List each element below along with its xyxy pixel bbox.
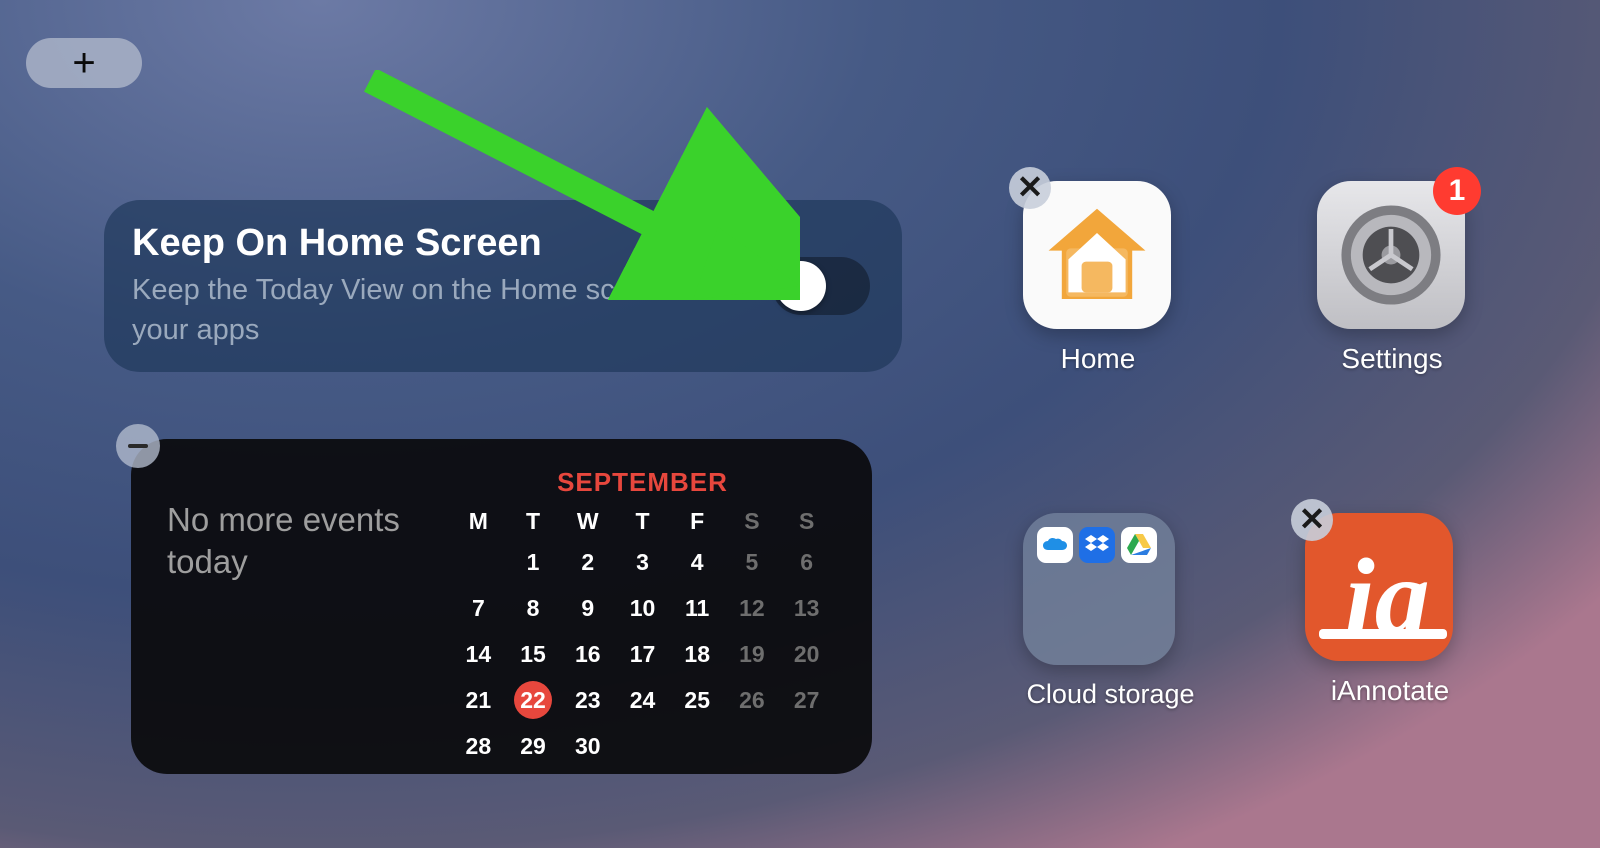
app-label: iAnnotate	[1305, 675, 1475, 707]
calendar-day[interactable]: 12	[725, 589, 780, 627]
calendar-weekday-header: M	[451, 508, 506, 535]
keep-card-subtitle: Keep the Today View on the Home screen n…	[132, 271, 772, 349]
home-app-icon	[1023, 181, 1171, 329]
calendar-month-pane: SEPTEMBER MTWTFSS12345678910111213141516…	[451, 439, 872, 774]
calendar-grid: MTWTFSS123456789101112131415161718192021…	[451, 508, 834, 765]
calendar-day[interactable]: 21	[451, 681, 506, 719]
iannotate-underline	[1319, 629, 1447, 639]
app-label: Settings	[1317, 343, 1467, 375]
calendar-weekday-header: S	[779, 508, 834, 535]
remove-widget-button[interactable]	[116, 424, 160, 468]
calendar-day[interactable]: 3	[615, 543, 670, 581]
add-widget-button[interactable]: +	[26, 38, 142, 88]
calendar-day[interactable]: 27	[779, 681, 834, 719]
minus-icon	[128, 444, 148, 448]
calendar-day[interactable]: 26	[725, 681, 780, 719]
calendar-day[interactable]: 30	[560, 727, 615, 765]
calendar-weekday-header: T	[615, 508, 670, 535]
folder-cloud-storage[interactable]: Cloud storage	[1023, 513, 1198, 710]
app-home[interactable]: ✕ Home	[1023, 181, 1173, 375]
close-icon: ✕	[1299, 503, 1326, 535]
calendar-day[interactable]: 4	[670, 543, 725, 581]
calendar-no-events: No more events today	[167, 499, 441, 583]
calendar-day[interactable]: 15	[506, 635, 561, 673]
dropbox-mini-icon	[1079, 527, 1115, 563]
calendar-day[interactable]: 13	[779, 589, 834, 627]
onedrive-mini-icon	[1037, 527, 1073, 563]
calendar-day[interactable]: 2	[560, 543, 615, 581]
calendar-day[interactable]: 19	[725, 635, 780, 673]
calendar-events-pane: No more events today	[131, 439, 451, 774]
calendar-day[interactable]: 7	[451, 589, 506, 627]
keep-on-home-card: Keep On Home Screen Keep the Today View …	[104, 200, 902, 372]
gear-icon	[1332, 196, 1450, 314]
app-iannotate[interactable]: ia ✕ iAnnotate	[1305, 513, 1475, 707]
googledrive-mini-icon	[1121, 527, 1157, 563]
calendar-weekday-header: S	[725, 508, 780, 535]
calendar-day[interactable]: 22	[506, 681, 561, 719]
calendar-month-label: SEPTEMBER	[451, 467, 834, 498]
calendar-day[interactable]: 5	[725, 543, 780, 581]
calendar-day[interactable]: 14	[451, 635, 506, 673]
app-settings[interactable]: 1 Settings	[1317, 181, 1467, 375]
calendar-day[interactable]: 10	[615, 589, 670, 627]
house-icon	[1042, 200, 1152, 310]
calendar-day[interactable]: 8	[506, 589, 561, 627]
calendar-day[interactable]: 16	[560, 635, 615, 673]
calendar-day[interactable]: 25	[670, 681, 725, 719]
calendar-day[interactable]: 23	[560, 681, 615, 719]
calendar-today-marker: 22	[514, 681, 552, 719]
iannotate-glyph: ia	[1344, 534, 1430, 661]
delete-app-button[interactable]: ✕	[1009, 167, 1051, 209]
calendar-widget[interactable]: No more events today SEPTEMBER MTWTFSS12…	[131, 439, 872, 774]
plus-icon: +	[72, 43, 95, 83]
calendar-day[interactable]: 29	[506, 727, 561, 765]
app-label: Home	[1023, 343, 1173, 375]
iannotate-app-icon: ia	[1305, 513, 1453, 661]
calendar-day[interactable]: 20	[779, 635, 834, 673]
calendar-weekday-header: W	[560, 508, 615, 535]
calendar-day[interactable]: 11	[670, 589, 725, 627]
calendar-day[interactable]: 18	[670, 635, 725, 673]
keep-card-title: Keep On Home Screen	[132, 222, 772, 265]
calendar-day[interactable]: 9	[560, 589, 615, 627]
calendar-day[interactable]: 6	[779, 543, 834, 581]
calendar-day[interactable]: 28	[451, 727, 506, 765]
calendar-day[interactable]: 1	[506, 543, 561, 581]
delete-app-button[interactable]: ✕	[1291, 499, 1333, 541]
calendar-day[interactable]: 17	[615, 635, 670, 673]
calendar-weekday-header: T	[506, 508, 561, 535]
keep-card-text: Keep On Home Screen Keep the Today View …	[132, 222, 772, 349]
close-icon: ✕	[1017, 171, 1044, 203]
notification-badge: 1	[1433, 167, 1481, 215]
toggle-knob	[776, 261, 826, 311]
keep-on-home-toggle[interactable]	[772, 257, 870, 315]
calendar-day[interactable]: 24	[615, 681, 670, 719]
calendar-weekday-header: F	[670, 508, 725, 535]
folder-icon	[1023, 513, 1175, 665]
folder-label: Cloud storage	[1023, 679, 1198, 710]
